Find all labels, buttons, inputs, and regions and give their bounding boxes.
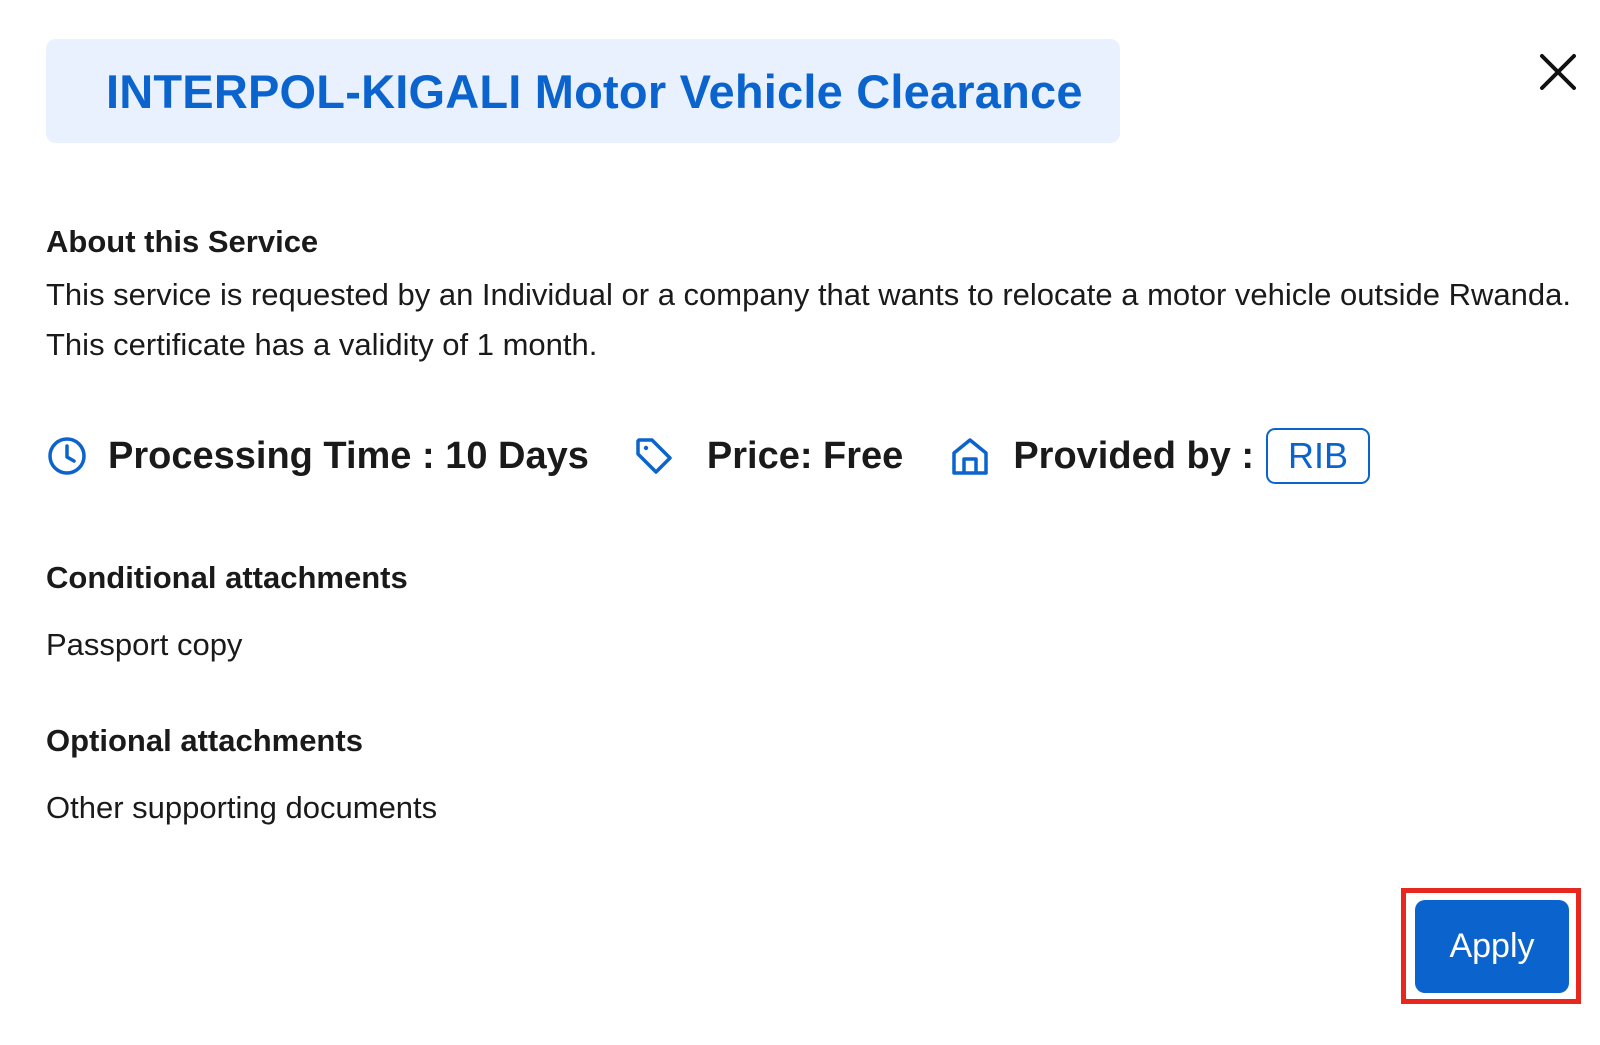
- about-heading: About this Service: [46, 224, 319, 259]
- home-icon: [952, 438, 989, 475]
- tag-icon: [636, 438, 672, 474]
- conditional-attachment-item: Passport copy: [46, 627, 243, 662]
- modal-title: INTERPOL-KIGALI Motor Vehicle Clearance: [106, 64, 1083, 118]
- about-description: This service is requested by an Individu…: [46, 277, 1571, 362]
- provided-by-label: Provided by :: [1013, 434, 1255, 477]
- service-info-row: Processing Time : 10 Days Price: Free Pr…: [46, 428, 1371, 484]
- apply-button[interactable]: Apply: [1415, 900, 1569, 993]
- title-banner: INTERPOL-KIGALI Motor Vehicle Clearance: [46, 39, 1120, 143]
- service-modal: INTERPOL-KIGALI Motor Vehicle Clearance …: [0, 0, 1600, 1045]
- close-icon: [1540, 54, 1576, 90]
- optional-attachments-heading: Optional attachments: [46, 723, 363, 758]
- provider-badge: RIB: [1266, 428, 1371, 484]
- optional-attachment-item: Other supporting documents: [46, 790, 438, 825]
- processing-time: Processing Time : 10 Days: [108, 434, 589, 477]
- conditional-attachments-heading: Conditional attachments: [46, 560, 408, 595]
- clock-icon: [48, 437, 86, 475]
- price: Price: Free: [706, 434, 904, 477]
- close-button[interactable]: [1536, 50, 1580, 94]
